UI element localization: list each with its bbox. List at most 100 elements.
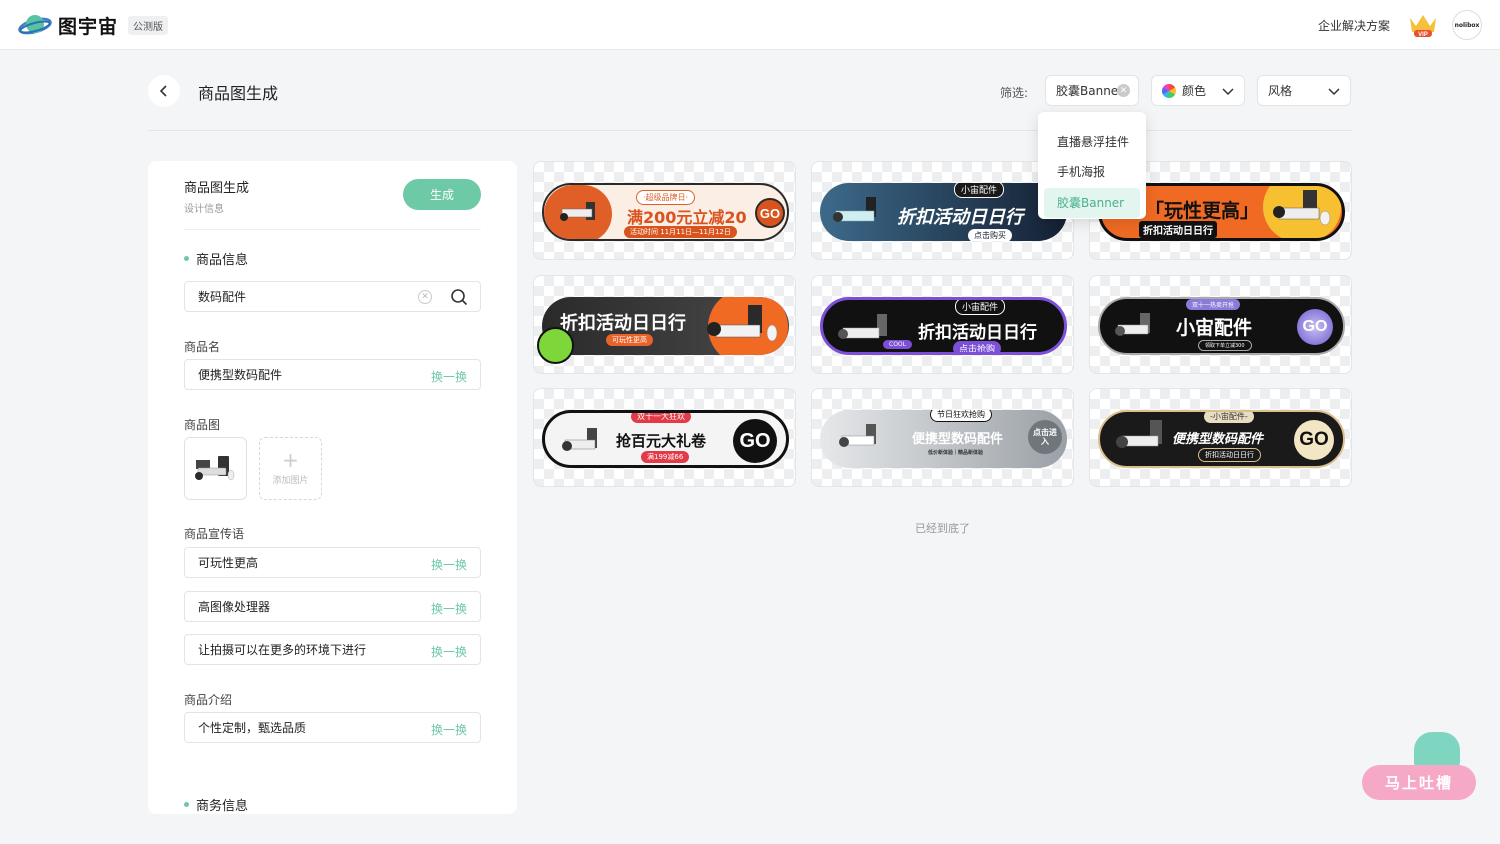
planet-logo-icon [18, 15, 52, 35]
banner-tag: -小宙配件- [1204, 412, 1254, 423]
product-image [1115, 313, 1150, 336]
menu-item-capsule-banner[interactable]: 胶囊Banner [1044, 188, 1140, 218]
product-image-thumbnail[interactable] [184, 437, 247, 500]
avatar[interactable]: nolibox [1452, 10, 1482, 40]
banner-card[interactable]: 折扣活动日日行 可玩性更高 [533, 275, 796, 374]
logo[interactable]: 图宇宙 公测版 [18, 11, 169, 39]
slogan-value: 让拍摄可以在更多的环境下进行 [198, 643, 367, 657]
product-image [560, 202, 595, 221]
banner-subline: 点击购买 [968, 229, 1012, 241]
color-filter-select[interactable]: 颜色 [1151, 75, 1245, 106]
go-button: GO [1297, 309, 1333, 345]
section-dot [184, 802, 189, 807]
section-dot [184, 256, 189, 261]
banner-tag: 小宙配件 [954, 183, 1005, 198]
banner-headline: 折扣活动日日行 [897, 207, 1023, 228]
banner-headline: 便携型数码配件 [1172, 432, 1264, 447]
slogan-input-3[interactable]: 让拍摄可以在更多的环境下进行 换一换 [184, 634, 481, 665]
product-image-label: 商品图 [184, 418, 221, 432]
logo-text: 图宇宙 [58, 15, 119, 38]
section-product-info: 商品信息 [184, 249, 248, 268]
end-of-list-text: 已经到底了 [915, 522, 970, 535]
slogan-input-2[interactable]: 高图像处理器 换一换 [184, 591, 481, 622]
swap-button[interactable]: 换一换 [431, 368, 467, 385]
swap-button[interactable]: 换一换 [431, 643, 467, 660]
enterprise-solutions-link[interactable]: 企业解决方案 [1318, 17, 1390, 34]
banner-headline: 折扣活动日日行 [560, 313, 686, 334]
color-wheel-icon [1162, 83, 1176, 98]
banner-subline: 领取下单立减300 [1198, 340, 1252, 351]
smiley-sticker-icon [537, 327, 574, 364]
feedback-button[interactable]: 马上吐槽 [1362, 765, 1476, 800]
chevron-left-icon [159, 85, 167, 97]
product-image [833, 197, 876, 222]
banner-card[interactable]: 双十一热卖开抢 小宙配件 领取下单立减300 GO [1089, 275, 1352, 374]
style-filter-label: 风格 [1268, 84, 1293, 98]
category-value: 数码配件 [198, 290, 247, 304]
banner-capsule: 节日狂欢抢购 便携型数码配件 低价新体验｜精品新体验 点击进入 [820, 410, 1067, 468]
banner-subline: 折扣活动日日行 [1198, 448, 1261, 462]
banner-headline: 抢百元大礼卷 [616, 432, 707, 450]
clear-icon[interactable]: ✕ [418, 290, 432, 304]
menu-item-live-widget[interactable]: 直播悬浮挂件 [1038, 127, 1146, 157]
slogan-input-1[interactable]: 可玩性更高 换一换 [184, 547, 481, 578]
banner-headline: 小宙配件 [1176, 317, 1253, 339]
panel-title: 商品图生成 [184, 181, 250, 196]
clear-filter-icon[interactable]: ✕ [1117, 84, 1130, 97]
banner-card[interactable]: 节日狂欢抢购 便携型数码配件 低价新体验｜精品新体验 点击进入 [811, 388, 1074, 487]
search-icon[interactable] [450, 288, 468, 306]
filter-label: 筛选: [1000, 86, 1029, 100]
banner-capsule: ·超级品牌日· 满200元立减20 活动时间 11月11日—11月12日 GO [542, 183, 789, 241]
product-image [562, 428, 597, 451]
beta-badge: 公测版 [128, 15, 169, 35]
banner-subline: 低价新体验｜精品新体验 [928, 450, 984, 456]
banner-card[interactable]: 双十一大狂欢 抢百元大礼卷 满199减66 GO [533, 388, 796, 487]
type-filter-chip[interactable]: 胶囊Banner ✕ [1045, 75, 1139, 106]
add-image-button[interactable]: + 添加图片 [259, 437, 322, 500]
swap-button[interactable]: 换一换 [431, 556, 467, 573]
banner-card[interactable]: 小宙配件 折扣活动日日行 点击购买 [811, 161, 1074, 260]
banner-headline: 「玩性更高」 [1145, 200, 1260, 222]
category-search-input[interactable]: 数码配件 ✕ [184, 281, 481, 312]
vip-crown-icon[interactable]: VIP [1408, 12, 1438, 38]
feedback-label: 马上吐槽 [1384, 774, 1453, 792]
banner-capsule: COOL 小宙配件 折扣活动日日行 点击抢购 [820, 297, 1067, 355]
chevron-down-icon [1328, 88, 1340, 96]
cool-badge: COOL [883, 340, 912, 349]
panel-divider [184, 229, 481, 230]
generate-button[interactable]: 生成 [403, 179, 481, 210]
go-button: GO [1294, 420, 1334, 460]
banner-capsule: 双十一大狂欢 抢百元大礼卷 满199减66 GO [542, 410, 789, 468]
slogan-label: 商品宣传语 [184, 527, 245, 541]
banner-card[interactable]: -小宙配件- 便携型数码配件 折扣活动日日行 GO [1089, 388, 1352, 487]
color-filter-label: 颜色 [1182, 84, 1207, 98]
intro-input[interactable]: 个性定制，甄选品质 换一换 [184, 712, 481, 743]
section-business-label: 商务信息 [196, 799, 249, 814]
banner-headline: 折扣活动日日行 [918, 323, 1037, 343]
add-image-label: 添加图片 [272, 476, 309, 486]
back-button[interactable] [148, 75, 180, 107]
banner-subline: 活动时间 11月11日—11月12日 [624, 226, 737, 238]
banner-capsule: 小宙配件 折扣活动日日行 点击购买 [820, 183, 1067, 241]
plus-icon: + [282, 448, 299, 472]
product-name-label: 商品名 [184, 340, 221, 354]
swap-button[interactable]: 换一换 [431, 721, 467, 738]
slogan-value: 高图像处理器 [198, 600, 271, 614]
banner-card[interactable]: COOL 小宙配件 折扣活动日日行 点击抢购 [811, 275, 1074, 374]
vip-label: VIP [1418, 32, 1428, 38]
banner-card[interactable]: ·超级品牌日· 满200元立减20 活动时间 11月11日—11月12日 GO [533, 161, 796, 260]
go-button: GO [733, 419, 777, 463]
feedback-widget[interactable]: 马上吐槽 [1362, 732, 1476, 802]
product-image [1273, 190, 1331, 226]
go-button: GO [755, 198, 785, 228]
type-dropdown-menu: 直播悬浮挂件 手机海报 胶囊Banner [1038, 112, 1146, 219]
banner-subline: 点击抢购 [953, 341, 1002, 352]
type-filter-value: 胶囊Banner [1056, 84, 1124, 98]
section-product-label: 商品信息 [196, 253, 249, 268]
banner-tag: ·超级品牌日· [636, 190, 696, 205]
style-filter-select[interactable]: 风格 [1257, 75, 1351, 106]
intro-label: 商品介绍 [184, 693, 233, 707]
swap-button[interactable]: 换一换 [431, 600, 467, 617]
menu-item-phone-poster[interactable]: 手机海报 [1038, 157, 1146, 187]
product-name-input[interactable]: 便携型数码配件 换一换 [184, 359, 481, 390]
